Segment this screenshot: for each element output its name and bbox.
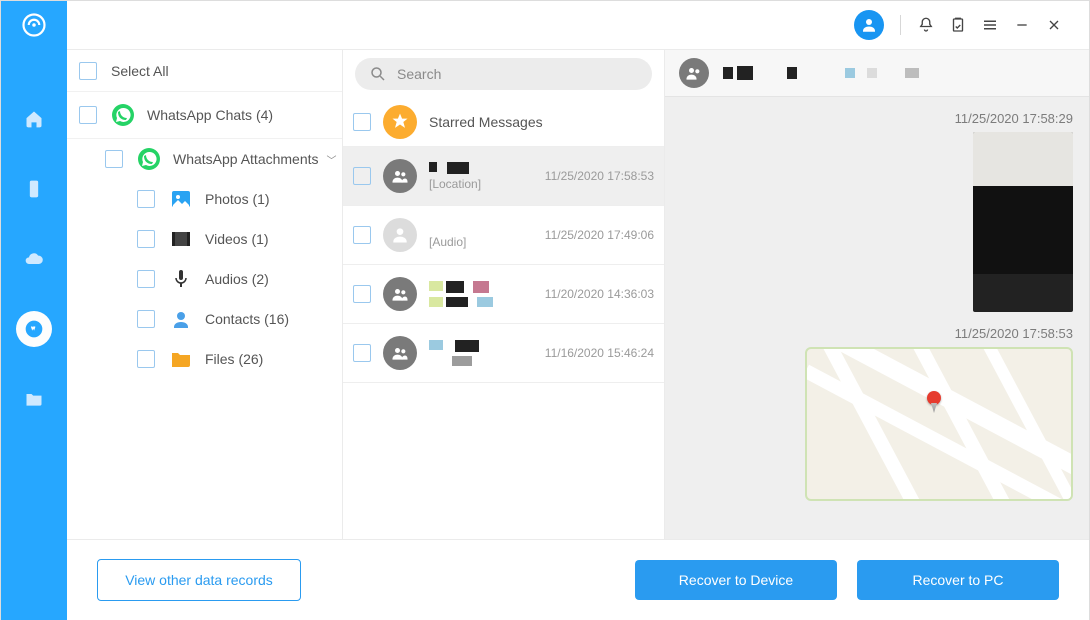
message-photo[interactable]: 11/25/2020 17:58:29 [681,111,1073,312]
recover-to-pc-button[interactable]: Recover to PC [857,560,1059,600]
chat-time: 11/16/2020 15:46:24 [545,346,654,360]
chat-name-redacted [429,281,539,293]
chat-list: Search Starred Messages [343,50,665,539]
chat-sub-redacted [429,356,539,366]
rail-home[interactable] [16,101,52,137]
photo-thumbnail[interactable] [973,132,1073,312]
chat-name-redacted [429,162,539,174]
tree-label: Audios (2) [205,271,269,287]
tree-videos[interactable]: Videos (1) [67,219,342,259]
checkbox[interactable] [137,350,155,368]
search-placeholder: Search [397,66,441,82]
contacts-icon [169,307,193,331]
starred-label: Starred Messages [429,114,654,130]
button-label: Recover to Device [679,572,793,588]
chat-time: 11/25/2020 17:49:06 [545,228,654,242]
starred-messages-row[interactable]: Starred Messages [343,98,664,147]
rail-phone[interactable] [16,171,52,207]
group-avatar-icon [383,336,417,370]
checkbox[interactable] [353,113,371,131]
chat-time: 11/20/2020 14:36:03 [545,287,654,301]
tree-label: Videos (1) [205,231,269,247]
chat-subtitle: [Location] [429,177,539,191]
brand-logo [1,1,67,49]
chat-name-redacted [429,340,539,352]
footer: View other data records Recover to Devic… [67,539,1089,620]
rail-cloud[interactable] [16,241,52,277]
chat-row-1[interactable]: [Audio] 11/25/2020 17:49:06 [343,206,664,265]
checkbox[interactable] [353,167,371,185]
photos-icon [169,187,193,211]
recover-to-device-button[interactable]: Recover to Device [635,560,837,600]
search-icon [369,65,387,83]
videos-icon [169,227,193,251]
whatsapp-icon [111,103,135,127]
minimize-button[interactable] [1009,12,1035,38]
tree-label: Files (26) [205,351,263,367]
rail-folder[interactable] [16,381,52,417]
data-tree: Select All WhatsApp Chats (4) WhatsApp A… [67,50,343,539]
chat-row-0[interactable]: [Location] 11/25/2020 17:58:53 [343,147,664,206]
titlebar [1,1,1089,49]
chat-sub-redacted [429,297,539,307]
chat-row-3[interactable]: 11/16/2020 15:46:24 [343,324,664,383]
group-avatar-icon [383,159,417,193]
view-other-records-button[interactable]: View other data records [97,559,301,601]
nav-rail [1,49,67,620]
chevron-down-icon: ﹀ [327,152,337,167]
menu-icon[interactable] [977,12,1003,38]
tree-contacts[interactable]: Contacts (16) [67,299,342,339]
message-time: 11/25/2020 17:58:53 [955,326,1073,341]
checkbox[interactable] [353,226,371,244]
select-all-label: Select All [111,63,169,79]
checkbox[interactable] [79,106,97,124]
map-thumbnail[interactable] [805,347,1073,501]
clipboard-icon[interactable] [945,12,971,38]
person-avatar-icon [383,218,417,252]
whatsapp-icon [137,147,161,171]
participants-redacted [723,66,919,80]
files-icon [169,347,193,371]
message-time: 11/25/2020 17:58:29 [955,111,1073,126]
checkbox[interactable] [353,285,371,303]
user-avatar-button[interactable] [854,10,884,40]
titlebar-separator [900,15,901,35]
tree-label: Photos (1) [205,191,270,207]
message-location[interactable]: 11/25/2020 17:58:53 [681,326,1073,501]
select-all-checkbox[interactable] [79,62,97,80]
checkbox[interactable] [105,150,123,168]
chat-subtitle: [Audio] [429,235,539,249]
tree-label: Contacts (16) [205,311,289,327]
checkbox[interactable] [137,190,155,208]
map-pin-icon [927,391,941,405]
notifications-icon[interactable] [913,12,939,38]
tree-label: WhatsApp Attachments [173,151,319,167]
tree-label: WhatsApp Chats (4) [147,107,273,123]
conversation-header [665,50,1089,97]
chat-row-2[interactable]: 11/20/2020 14:36:03 [343,265,664,324]
search-input[interactable]: Search [355,58,652,90]
conversation-body[interactable]: 11/25/2020 17:58:29 11/25/2020 17:58:53 [665,97,1089,539]
tree-whatsapp-attachments[interactable]: WhatsApp Attachments ﹀ [67,139,342,179]
tree-photos[interactable]: Photos (1) [67,179,342,219]
tree-files[interactable]: Files (26) [67,339,342,379]
conversation-panel: 11/25/2020 17:58:29 11/25/2020 17:58:53 [665,50,1089,539]
button-label: Recover to PC [912,572,1003,588]
tree-audios[interactable]: Audios (2) [67,259,342,299]
audios-icon [169,267,193,291]
group-avatar-icon [679,58,709,88]
rail-social[interactable] [16,311,52,347]
select-all-row[interactable]: Select All [67,50,342,92]
group-avatar-icon [383,277,417,311]
checkbox[interactable] [137,310,155,328]
checkbox[interactable] [137,270,155,288]
button-label: View other data records [125,572,273,588]
tree-whatsapp-chats[interactable]: WhatsApp Chats (4) [67,92,342,139]
chat-time: 11/25/2020 17:58:53 [545,169,654,183]
checkbox[interactable] [137,230,155,248]
checkbox[interactable] [353,344,371,362]
star-icon [383,105,417,139]
close-button[interactable] [1041,12,1067,38]
